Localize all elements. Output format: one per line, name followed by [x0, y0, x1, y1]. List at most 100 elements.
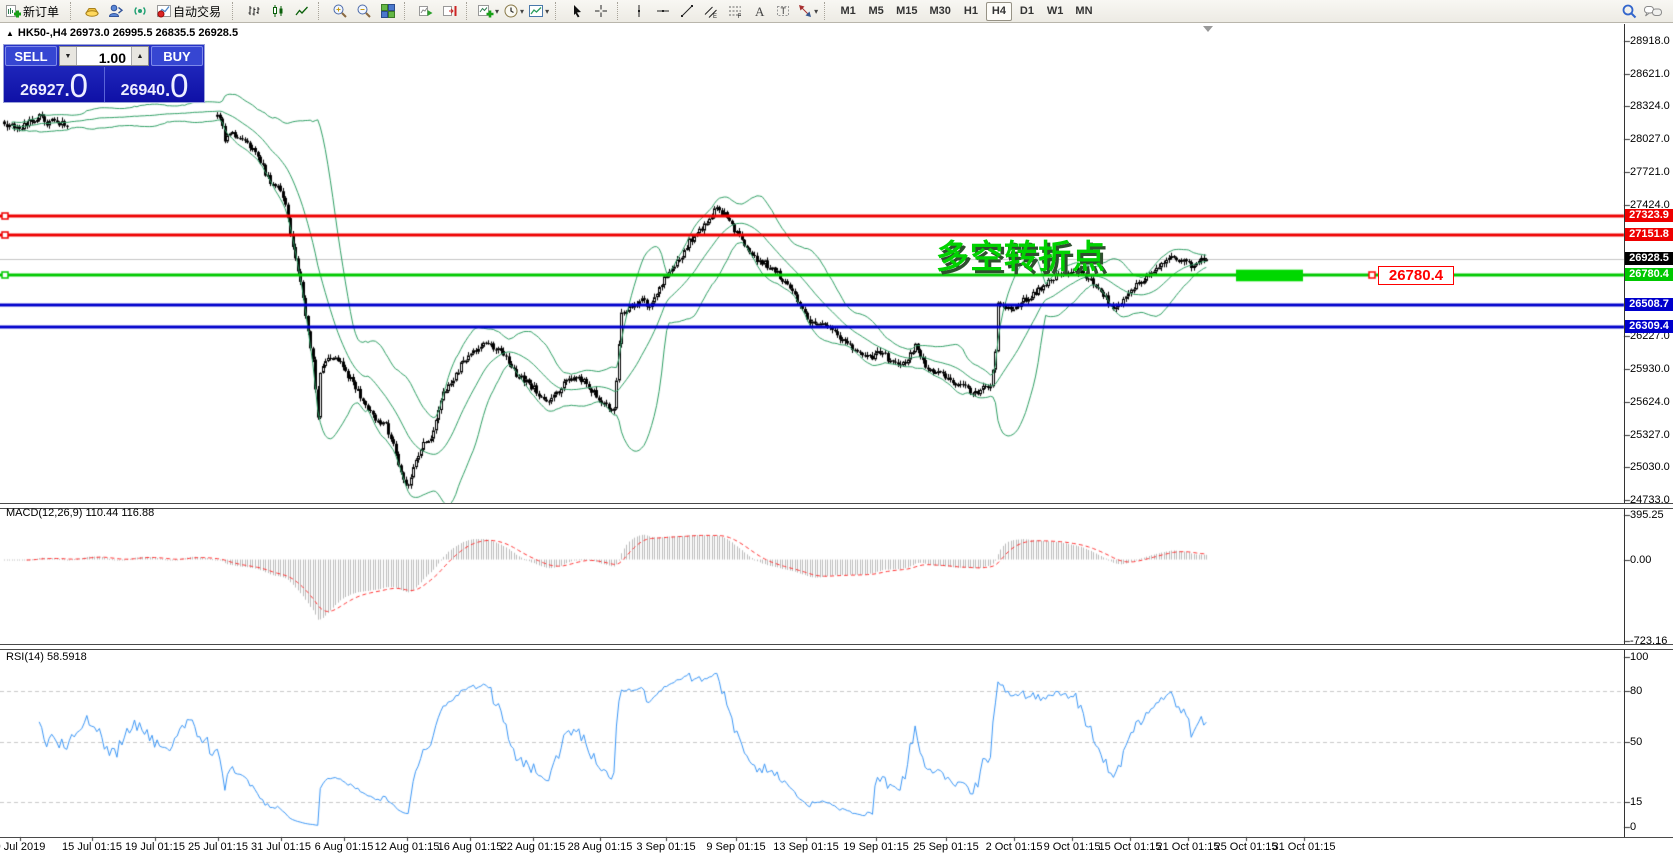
buy-button[interactable]: BUY — [151, 46, 203, 66]
timeframe-m5-button[interactable]: M5 — [863, 2, 889, 21]
new-order-label: 新订单 — [23, 3, 59, 20]
hline-price-tag[interactable]: 27323.9 — [1625, 209, 1673, 222]
macd-indicator-label: MACD(12,26,9) 110.44 116.88 — [6, 507, 154, 519]
vertical-line-button[interactable] — [628, 0, 650, 22]
timeframe-m15-button[interactable]: M15 — [891, 2, 922, 21]
timeframe-m30-button[interactable]: M30 — [925, 2, 956, 21]
search-icon — [1621, 3, 1638, 20]
periods-button[interactable]: ▾ — [502, 0, 525, 22]
line-chart-icon — [294, 3, 310, 19]
date-axis-label: 19 Sep 01:15 — [843, 841, 908, 853]
text-button[interactable]: A — [748, 0, 770, 22]
indicators-icon — [478, 3, 494, 19]
auto-scroll-button[interactable] — [415, 0, 437, 22]
trendline-button[interactable] — [676, 0, 698, 22]
toolbar-separator — [555, 2, 562, 20]
rsi-axis-tick-label: 15 — [1630, 796, 1642, 808]
quotes-button[interactable] — [81, 0, 103, 22]
candlestick-chart-button[interactable] — [267, 0, 289, 22]
chart-shift-button[interactable] — [439, 0, 461, 22]
chart-shift-marker[interactable] — [1203, 26, 1213, 32]
hline-price-tag[interactable]: 26508.7 — [1625, 298, 1673, 311]
svg-text:F: F — [738, 14, 742, 19]
template-button[interactable]: ▾ — [527, 0, 550, 22]
chevron-down-icon: ▾ — [495, 7, 499, 16]
toolbar-separator — [318, 2, 325, 20]
hline-price-tag[interactable]: 26780.4 — [1625, 268, 1673, 281]
price-axis-line — [1624, 24, 1625, 837]
volume-increase-button[interactable]: ▲ — [131, 47, 148, 65]
timeframe-m1-button[interactable]: M1 — [835, 2, 861, 21]
trade-panel-price-row: 26927.0 26940.0 — [4, 67, 204, 102]
toolbar-separator — [617, 2, 624, 20]
periods-icon — [503, 3, 519, 19]
buy-price[interactable]: 26940.0 — [104, 67, 204, 102]
timeframe-h1-button[interactable]: H1 — [958, 2, 984, 21]
arrows-button[interactable]: ▾ — [796, 0, 819, 22]
price-axis-tick-label: 28918.0 — [1630, 35, 1670, 47]
chat-button[interactable] — [1642, 0, 1664, 22]
timeframe-w1-button[interactable]: W1 — [1042, 2, 1069, 21]
price-axis-tick-label: 28621.0 — [1630, 68, 1670, 80]
date-axis-label: 25 Oct 01:15 — [1215, 841, 1278, 853]
volume-stepper: ▼ 1.00 ▲ — [59, 46, 149, 66]
date-axis-label: 9 Sep 01:15 — [706, 841, 765, 853]
chat-icon — [1643, 3, 1663, 19]
zoom-out-button[interactable] — [353, 0, 375, 22]
text-label-button[interactable]: T — [772, 0, 794, 22]
triangle-down-icon: ▼ — [65, 53, 72, 60]
new-order-icon — [6, 3, 22, 19]
search-button[interactable] — [1618, 0, 1640, 22]
buy-price-main: 26940 — [121, 83, 166, 99]
sell-price[interactable]: 26927.0 — [4, 67, 104, 102]
channel-icon: E — [703, 3, 719, 19]
chevron-down-icon: ▾ — [814, 7, 818, 16]
autotrading-icon — [156, 3, 172, 19]
auto-scroll-icon — [418, 3, 434, 19]
indicators-button[interactable]: ▾ — [477, 0, 500, 22]
hline-price-tag[interactable]: 27151.8 — [1625, 228, 1673, 241]
price-label-box[interactable]: 26780.4 — [1378, 266, 1454, 285]
text-label-icon: T — [775, 3, 791, 19]
data-window-button[interactable] — [105, 0, 127, 22]
new-order-button[interactable]: 新订单 — [3, 0, 65, 22]
volume-decrease-button[interactable]: ▼ — [60, 47, 77, 65]
price-axis-tick-label: 27721.0 — [1630, 166, 1670, 178]
tile-windows-icon — [380, 3, 396, 19]
date-axis-label: 15 Oct 01:15 — [1099, 841, 1162, 853]
volume-value[interactable]: 1.00 — [77, 47, 131, 65]
vertical-line-icon — [631, 3, 647, 19]
svg-text:T: T — [781, 6, 787, 16]
cursor-button[interactable] — [566, 0, 588, 22]
channel-button[interactable]: E — [700, 0, 722, 22]
price-axis-tick-label: 25624.0 — [1630, 396, 1670, 408]
date-axis-label: 25 Jul 01:15 — [188, 841, 248, 853]
timeframe-d1-button[interactable]: D1 — [1014, 2, 1040, 21]
candlestick-chart-icon — [270, 3, 286, 19]
current-price-tag[interactable]: 26928.5 — [1625, 252, 1673, 265]
fibonacci-button[interactable]: F — [724, 0, 746, 22]
horizontal-line-button[interactable] — [652, 0, 674, 22]
chart-canvas[interactable] — [0, 0, 1673, 857]
chart-annotation-text[interactable]: 多空转折点 — [936, 230, 1106, 278]
rsi-panel-separator[interactable] — [0, 644, 1673, 650]
signal-button[interactable] — [129, 0, 151, 22]
tile-windows-button[interactable] — [377, 0, 399, 22]
zoom-in-button[interactable] — [329, 0, 351, 22]
sell-button[interactable]: SELL — [5, 46, 57, 66]
crosshair-button[interactable] — [590, 0, 612, 22]
line-chart-button[interactable] — [291, 0, 313, 22]
macd-panel-separator[interactable] — [0, 503, 1673, 509]
bar-chart-button[interactable] — [243, 0, 265, 22]
toolbar: 新订单 自动交易 ▾ ▾ ▾ E F A T ▾ — [0, 0, 1673, 23]
timeframe-mn-button[interactable]: MN — [1070, 2, 1097, 21]
date-axis-label: 25 Sep 01:15 — [913, 841, 978, 853]
hline-price-tag[interactable]: 26309.4 — [1625, 320, 1673, 333]
mt4-window: 新订单 自动交易 ▾ ▾ ▾ E F A T ▾ — [0, 0, 1673, 857]
date-axis-label: 15 Jul 01:15 — [62, 841, 122, 853]
macd-axis-tick-label: -723.16 — [1630, 635, 1667, 647]
timeframe-h4-button[interactable]: H4 — [986, 2, 1012, 21]
autotrading-button[interactable]: 自动交易 — [153, 0, 227, 22]
bar-chart-icon — [246, 3, 262, 19]
date-axis-label: 19 Jul 01:15 — [125, 841, 185, 853]
